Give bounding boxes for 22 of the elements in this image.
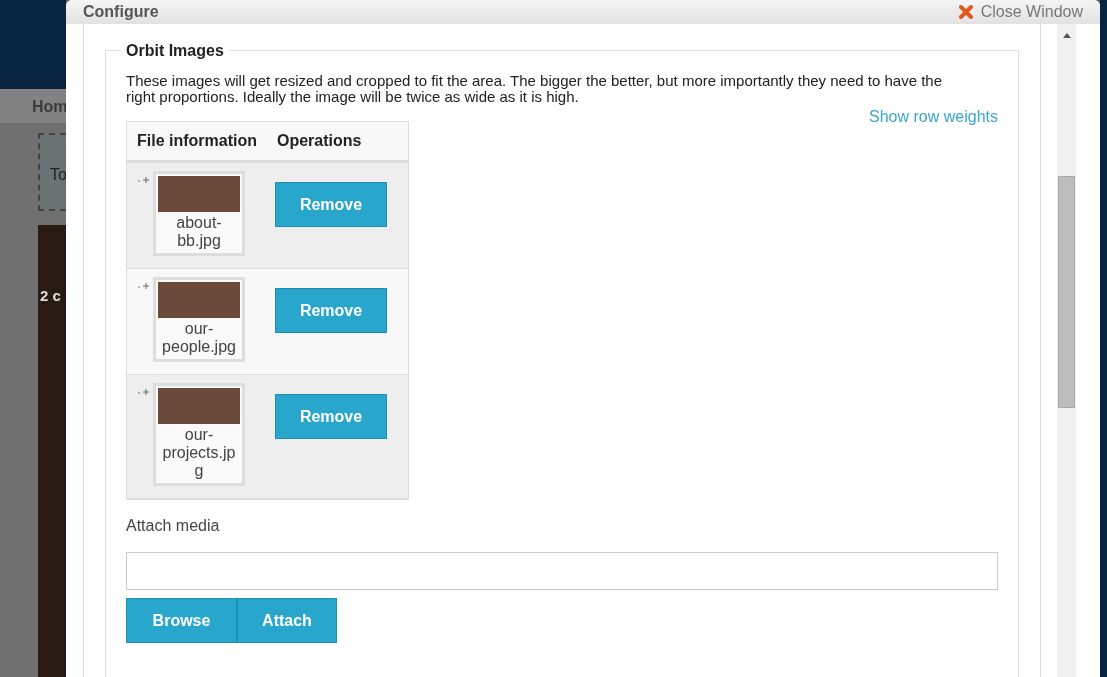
close-icon — [958, 5, 973, 19]
nav-item[interactable]: Hom — [0, 89, 66, 123]
attach-media-field[interactable] — [126, 552, 998, 590]
browse-button[interactable]: Browse — [126, 598, 237, 643]
slide-counter: 2 c — [38, 225, 66, 677]
column-header: File information — [137, 131, 257, 151]
scroll-up-icon[interactable] — [1062, 33, 1071, 38]
remove-button[interactable]: Remove — [275, 288, 387, 333]
column-header: Operations — [277, 131, 362, 151]
file-name: our-people.jpg — [161, 319, 237, 357]
attach-media-label: Attach media — [126, 516, 221, 536]
close-window-link[interactable]: Close Window — [958, 0, 1083, 24]
dashed-box-text: To — [38, 133, 66, 211]
description-text: These images will get resized and cropped to fit the area. The bigger the better, but more importantly they need to have the right proportions. Ideally the image will be twice as wide as it is high. — [126, 73, 944, 105]
show-row-weights-link[interactable]: Show row weights — [869, 108, 998, 125]
file-name: our-projects.jpg — [161, 425, 237, 481]
scrollbar-thumb[interactable] — [1058, 176, 1075, 408]
remove-button[interactable]: Remove — [275, 182, 387, 227]
window-title: Configure — [83, 2, 159, 22]
file-name: about-bb.jpg — [175, 213, 223, 251]
attach-button[interactable]: Attach — [237, 598, 337, 643]
remove-button[interactable]: Remove — [275, 394, 387, 439]
